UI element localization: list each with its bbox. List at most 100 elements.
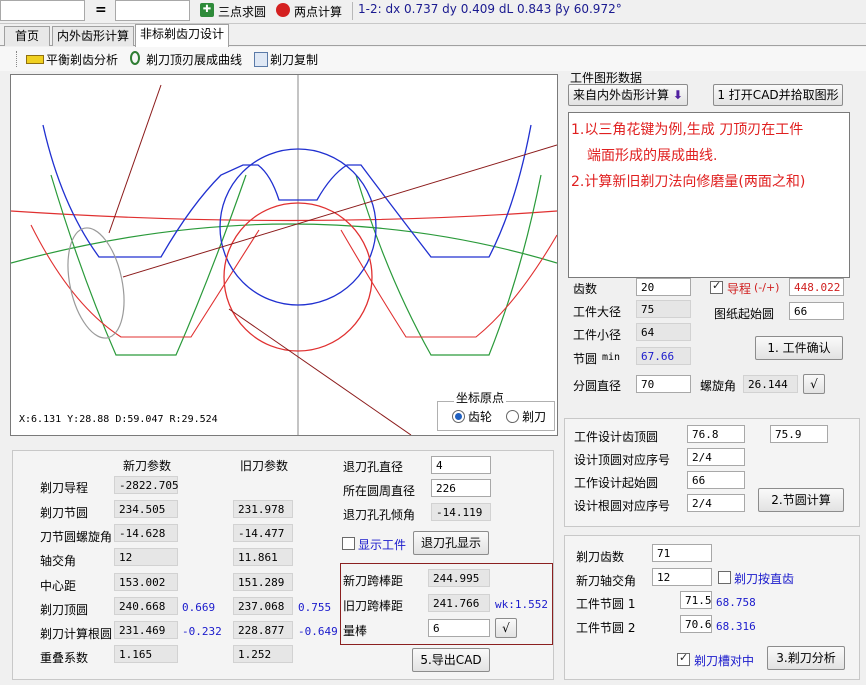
involute-curve-button[interactable]: 剃刀顶刃展成曲线 (128, 49, 246, 69)
from-gear-calc-button[interactable]: 来自内外齿形计算 ⬇ (568, 84, 688, 106)
new-params-header: 新刀参数 (123, 459, 172, 473)
helix-angle-label: 螺旋角 (700, 379, 737, 393)
work-pitch-2-label: 工件节圆 2 (576, 621, 636, 635)
cutter-copy-button[interactable]: 剃刀复制 (252, 49, 322, 69)
tab-gear-profile[interactable]: 内外齿形计算 (52, 26, 134, 46)
top-input-left[interactable] (0, 0, 85, 21)
row-tip-new: 240.668 (114, 597, 178, 615)
row-axis-new: 12 (114, 548, 178, 566)
wk-value: wk:1.552 (495, 598, 548, 611)
three-point-circle-button[interactable]: ✚ 三点求圆 (198, 1, 270, 21)
lead-field[interactable]: 448.022 (789, 278, 844, 296)
drawing-canvas[interactable]: X:6.131 Y:28.88 D:59.047 R:29.524 坐标原点 齿… (10, 74, 558, 436)
balance-analysis-button[interactable]: 平衡剃齿分析 (24, 49, 122, 69)
row-lead-new: -2822.705 (114, 476, 179, 494)
helix-check-button[interactable]: √ (803, 374, 825, 394)
red-tooth-profile (30, 224, 557, 338)
tab-home[interactable]: 首页 (4, 26, 50, 46)
slot-center-checkbox[interactable] (677, 651, 690, 666)
pitch-circle-field: 67.66 (636, 347, 691, 365)
row-pitch-new: 234.505 (114, 500, 178, 518)
copy-icon (254, 52, 268, 67)
radio-gear[interactable] (452, 410, 465, 423)
relief-dia-field[interactable]: 4 (431, 456, 491, 474)
work-pitch-2-value: 68.316 (716, 620, 756, 633)
teeth-field[interactable]: 20 (636, 278, 691, 296)
straight-tooth-checkbox[interactable] (718, 571, 731, 584)
start-circle-field[interactable]: 66 (789, 302, 844, 320)
design-root-seq-label: 设计根圆对应序号 (574, 499, 671, 513)
row-pitch-label: 剃刀节圆 (40, 506, 89, 520)
two-point-icon (276, 3, 290, 17)
row-root-label: 剃刀计算根圆 (40, 627, 113, 641)
lead-sign: (-/+) (754, 281, 780, 294)
design-tip-field-2[interactable]: 75.9 (770, 425, 828, 443)
start-circle-label: 图纸起始圆 (714, 307, 775, 321)
work-pitch-1-value: 68.758 (716, 596, 756, 609)
red-tip-curve (11, 210, 557, 222)
measure-readout: 1-2: dx 0.737 dy 0.409 dL 0.843 βy 60.97… (358, 2, 622, 16)
note-line-3: 2.计算新旧剃刀法向修磨量(两面之和) (571, 174, 806, 190)
coordinate-readout: X:6.131 Y:28.88 D:59.047 R:29.524 (19, 414, 218, 425)
row-center-label: 中心距 (40, 579, 77, 593)
radio-cutter-label: 剃刀 (522, 410, 547, 424)
down-arrow-icon: ⬇ (672, 88, 683, 102)
new-span-field: 244.995 (428, 569, 490, 587)
old-span-field: 241.766 (428, 594, 490, 612)
teeth-label: 齿数 (573, 282, 598, 296)
toolbar-separator (352, 2, 353, 20)
pitch-calc-button[interactable]: 2.节圆计算 (758, 488, 844, 512)
workpiece-confirm-button[interactable]: 1. 工件确认 (755, 336, 843, 360)
export-cad-button[interactable]: 5.导出CAD (412, 648, 490, 672)
radio-gear-label: 齿轮 (468, 410, 493, 424)
relief-dia-label: 退刀孔直径 (343, 460, 404, 474)
pin-label: 量棒 (343, 624, 368, 638)
circle-dia-field[interactable]: 226 (431, 479, 491, 497)
two-point-calc-button[interactable]: 两点计算 (274, 1, 349, 21)
work-pitch-1-field[interactable]: 71.5 (680, 591, 712, 609)
note-box: 1.以三角花键为例,生成 刀顶刃在工件 端面形成的展成曲线. 2.计算新旧剃刀法… (568, 112, 850, 278)
radio-cutter[interactable] (506, 410, 519, 423)
old-span-label: 旧刀跨棒距 (343, 599, 404, 613)
cutter-teeth-field[interactable]: 71 (652, 544, 712, 562)
straight-tooth-label: 剃刀按直齿 (734, 572, 795, 586)
work-pitch-2-field[interactable]: 70.6 (680, 615, 712, 633)
pin-field[interactable]: 6 (428, 619, 490, 637)
cutter-analyze-button[interactable]: 3.剃刀分析 (767, 646, 845, 670)
cutter-axis-field[interactable]: 12 (652, 568, 712, 586)
row-axis-old: 11.861 (233, 548, 293, 566)
pin-check-button[interactable]: √ (495, 618, 517, 638)
relief-angle-field: -14.119 (431, 503, 491, 521)
major-dia-field: 75 (636, 300, 691, 318)
top-bar: = ✚ 三点求圆 两点计算 1-2: dx 0.737 dy 0.409 dL … (0, 0, 866, 24)
green-tooth-profile (50, 174, 542, 356)
cutter-teeth-label: 剃刀齿数 (576, 550, 625, 564)
row-helix-label: 刀节圆螺旋角 (40, 530, 113, 544)
blue-tooth-profile (42, 124, 532, 258)
relief-angle-label: 退刀孔孔倾角 (343, 508, 416, 522)
top-input-right[interactable] (115, 0, 190, 21)
open-cad-button[interactable]: 1 打开CAD并拾取图形 (713, 84, 843, 106)
design-tip-seq-field[interactable]: 2/4 (687, 448, 745, 466)
minor-dia-field: 64 (636, 323, 691, 341)
row-center-old: 151.289 (233, 573, 293, 591)
from-calc-label: 来自内外齿形计算 (573, 88, 670, 102)
design-tip-field-1[interactable]: 76.8 (687, 425, 745, 443)
tab-shaving-cutter[interactable]: 非标剃齿刀设计 (135, 24, 229, 47)
show-work-label: 显示工件 (358, 538, 407, 552)
relief-display-button[interactable]: 退刀孔显示 (413, 531, 489, 555)
slot-center-label: 剃刀槽对中 (694, 654, 755, 668)
row-root-old: 228.877 (233, 621, 293, 639)
row-helix-new: -14.628 (114, 524, 178, 542)
row-center-new: 153.002 (114, 573, 178, 591)
design-start-field[interactable]: 66 (687, 471, 745, 489)
new-span-label: 新刀跨棒距 (343, 574, 404, 588)
design-root-seq-field[interactable]: 2/4 (687, 494, 745, 512)
lead-checkbox[interactable] (710, 279, 723, 294)
ref-dia-field[interactable]: 70 (636, 375, 691, 393)
circle-dia-label: 所在圆周直径 (343, 484, 416, 498)
show-work-checkbox[interactable] (342, 537, 355, 550)
row-overlap-old: 1.252 (233, 645, 293, 663)
leader-line-1 (108, 84, 162, 234)
row-axis-label: 轴交角 (40, 554, 77, 568)
